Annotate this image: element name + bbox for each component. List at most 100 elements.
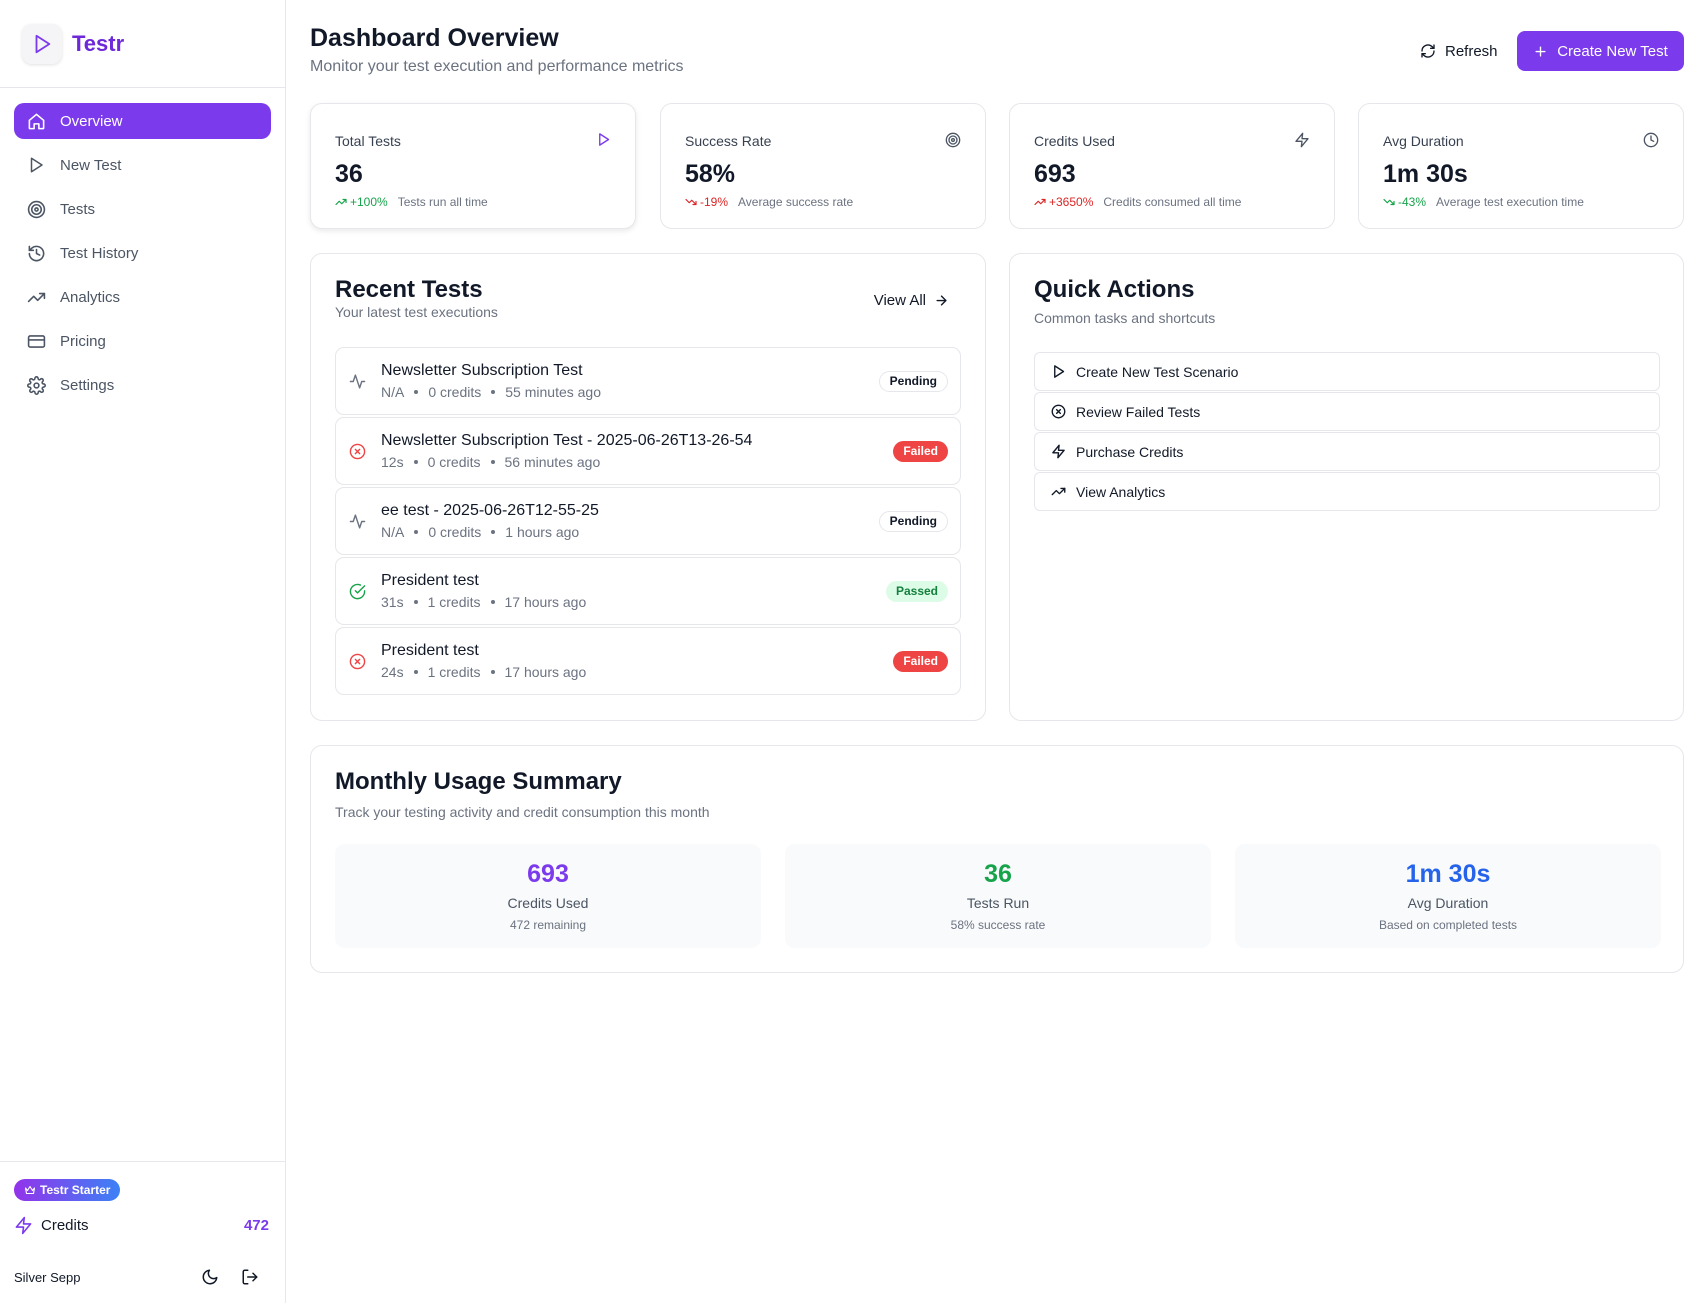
sidebar-nav: Overview New Test Tests Test History Ana… bbox=[0, 88, 285, 426]
crown-icon bbox=[24, 1184, 36, 1196]
user-name: Silver Sepp bbox=[14, 1269, 81, 1285]
zap-icon bbox=[1051, 444, 1066, 459]
stat-card-credits-used: Credits Used 693 +3650% Credits consumed… bbox=[1009, 103, 1335, 229]
test-row[interactable]: Newsletter Subscription Test - 2025-06-2… bbox=[335, 417, 961, 485]
page-subtitle: Monitor your test execution and performa… bbox=[310, 58, 684, 75]
purchase-credits-button[interactable]: Purchase Credits bbox=[1034, 432, 1660, 471]
create-label: Create New Test bbox=[1557, 42, 1668, 60]
home-icon bbox=[26, 111, 46, 131]
status-badge: Pending bbox=[878, 370, 948, 392]
test-name: ee test - 2025-06-26T12-55-25 bbox=[381, 502, 599, 519]
sidebar-item-label: Tests bbox=[60, 200, 96, 218]
summary-sub: Based on completed tests bbox=[1378, 918, 1518, 932]
test-duration: N/A bbox=[381, 384, 405, 400]
sidebar: Testr Overview New Test Tests Test Histo… bbox=[0, 0, 286, 1303]
trend-indicator: -43% bbox=[1383, 195, 1426, 209]
plan-badge: Testr Starter bbox=[14, 1179, 121, 1201]
gear-icon bbox=[26, 375, 46, 395]
view-all-link[interactable]: View All bbox=[874, 292, 949, 309]
sidebar-item-analytics[interactable]: Analytics bbox=[14, 279, 271, 315]
test-duration: 12s bbox=[381, 454, 404, 470]
action-label: View Analytics bbox=[1076, 483, 1166, 500]
test-name: Newsletter Subscription Test bbox=[381, 362, 583, 379]
quick-actions-list: Create New Test Scenario Review Failed T… bbox=[1034, 352, 1660, 512]
trending-up-icon bbox=[335, 198, 347, 206]
test-row[interactable]: President test 24s 1 credits 17 hours ag… bbox=[335, 627, 961, 695]
target-icon bbox=[26, 199, 46, 219]
test-row[interactable]: President test 31s 1 credits 17 hours ag… bbox=[335, 557, 961, 625]
stat-label: Total Tests bbox=[335, 133, 401, 149]
trend-indicator: +3650% bbox=[1034, 195, 1093, 209]
create-new-test-button[interactable]: Create New Test bbox=[1517, 31, 1684, 71]
sidebar-item-test-history[interactable]: Test History bbox=[14, 235, 271, 271]
test-time: 55 minutes ago bbox=[505, 384, 601, 400]
zap-icon bbox=[1294, 132, 1310, 148]
logout-icon[interactable] bbox=[241, 1268, 259, 1286]
refresh-label: Refresh bbox=[1445, 42, 1498, 60]
sidebar-item-overview[interactable]: Overview bbox=[14, 103, 271, 139]
stat-label: Success Rate bbox=[685, 133, 772, 149]
stat-value: 693 bbox=[1034, 160, 1076, 188]
sidebar-item-label: New Test bbox=[60, 156, 122, 174]
quick-actions-card: Quick Actions Common tasks and shortcuts… bbox=[1009, 253, 1684, 721]
sidebar-item-label: Pricing bbox=[60, 332, 106, 350]
summary-value: 1m 30s bbox=[1405, 860, 1491, 888]
trend-indicator: -19% bbox=[685, 195, 728, 209]
credits-value: 472 bbox=[243, 1216, 269, 1234]
activity-icon bbox=[348, 373, 366, 390]
zap-icon bbox=[14, 1216, 33, 1235]
review-failed-tests-button[interactable]: Review Failed Tests bbox=[1034, 392, 1660, 431]
trend-value: -43% bbox=[1398, 195, 1427, 209]
stat-value: 36 bbox=[335, 160, 363, 188]
test-name: President test bbox=[381, 572, 479, 589]
logo[interactable]: Testr bbox=[0, 0, 285, 88]
trending-up-icon bbox=[1034, 198, 1046, 206]
test-duration: N/A bbox=[381, 524, 405, 540]
status-badge: Failed bbox=[893, 650, 948, 672]
refresh-button[interactable]: Refresh bbox=[1408, 34, 1510, 68]
x-circle-icon bbox=[348, 443, 366, 460]
summary-avg-duration: 1m 30s Avg Duration Based on completed t… bbox=[1235, 844, 1661, 948]
play-icon bbox=[26, 155, 46, 175]
sidebar-item-label: Test History bbox=[60, 244, 139, 262]
app-name: Testr bbox=[72, 30, 125, 56]
test-row[interactable]: ee test - 2025-06-26T12-55-25 N/A 0 cred… bbox=[335, 487, 961, 555]
trending-up-icon bbox=[1051, 484, 1066, 499]
create-test-scenario-button[interactable]: Create New Test Scenario bbox=[1034, 352, 1660, 391]
test-time: 17 hours ago bbox=[504, 594, 587, 610]
trending-down-icon bbox=[685, 198, 697, 206]
credits-row[interactable]: Credits 472 bbox=[14, 1212, 269, 1238]
stat-card-success-rate: Success Rate 58% -19% Average success ra… bbox=[660, 103, 986, 229]
trend-value: -19% bbox=[700, 195, 729, 209]
sidebar-item-label: Overview bbox=[60, 112, 123, 130]
test-credits: 0 credits bbox=[428, 524, 482, 540]
sidebar-item-settings[interactable]: Settings bbox=[14, 367, 271, 403]
summary-value: 36 bbox=[984, 860, 1012, 888]
summary-tests-run: 36 Tests Run 58% success rate bbox=[785, 844, 1211, 948]
test-row[interactable]: Newsletter Subscription Test N/A 0 credi… bbox=[335, 347, 961, 415]
status-badge: Pending bbox=[878, 510, 948, 532]
trend-value: +3650% bbox=[1049, 195, 1094, 209]
activity-icon bbox=[348, 513, 366, 530]
sidebar-item-new-test[interactable]: New Test bbox=[14, 147, 271, 183]
action-label: Review Failed Tests bbox=[1076, 403, 1201, 420]
monthly-usage-card: Monthly Usage Summary Track your testing… bbox=[310, 745, 1684, 973]
summary-label: Tests Run bbox=[966, 895, 1030, 911]
plus-icon bbox=[1533, 44, 1548, 59]
moon-icon[interactable] bbox=[201, 1268, 219, 1286]
stat-card-total-tests: Total Tests 36 +100% Tests run all time bbox=[310, 103, 636, 229]
summary-value: 693 bbox=[527, 860, 569, 888]
sidebar-footer: Testr Starter Credits 472 Silver Sepp bbox=[0, 1161, 285, 1303]
quick-actions-subtitle: Common tasks and shortcuts bbox=[1034, 310, 1216, 326]
quick-actions-title: Quick Actions bbox=[1034, 276, 1195, 303]
sidebar-item-tests[interactable]: Tests bbox=[14, 191, 271, 227]
test-duration: 24s bbox=[381, 664, 404, 680]
play-icon bbox=[596, 132, 611, 147]
test-time: 56 minutes ago bbox=[504, 454, 601, 470]
stat-value: 58% bbox=[685, 160, 736, 188]
credits-label: Credits bbox=[41, 1216, 89, 1234]
view-analytics-button[interactable]: View Analytics bbox=[1034, 472, 1660, 511]
refresh-icon bbox=[1420, 43, 1436, 59]
sidebar-item-pricing[interactable]: Pricing bbox=[14, 323, 271, 359]
history-icon bbox=[26, 243, 46, 263]
